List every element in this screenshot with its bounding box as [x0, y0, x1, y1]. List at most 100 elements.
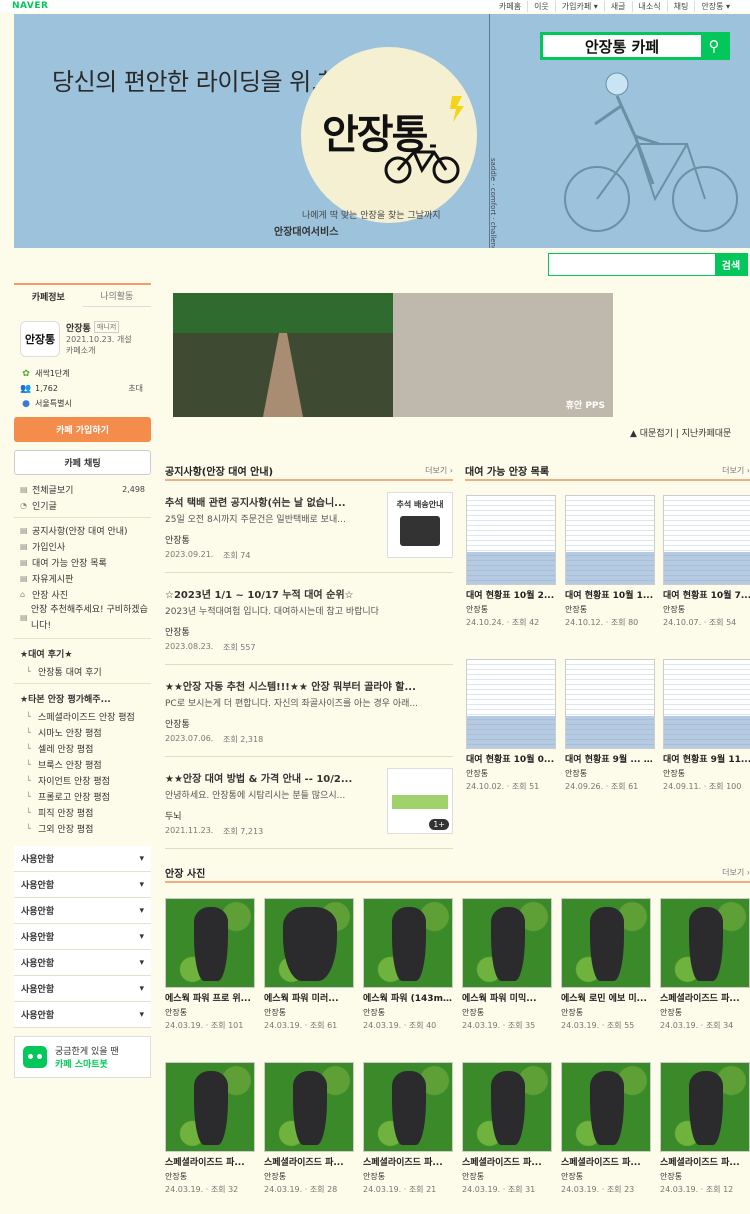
card-title[interactable]: 스페셜라이즈드 파...	[660, 991, 750, 1004]
card-author[interactable]: 안장통	[466, 604, 556, 615]
rental-card[interactable]: 대여 현황표 10월 7... 안장통 24.10.07. · 조회 54	[663, 495, 750, 628]
card-author[interactable]: 안장통	[660, 1171, 750, 1182]
photo-card-image[interactable]	[165, 1062, 255, 1152]
nav-joined-cafes[interactable]: 가입카페 ▾	[554, 0, 604, 12]
card-author[interactable]: 안장통	[660, 1007, 750, 1018]
card-title[interactable]: 스페셜라이즈드 파...	[561, 1155, 651, 1168]
banner-fold-links[interactable]: ▲ 대문접기 | 지난카페대문	[630, 426, 731, 439]
notice-post[interactable]: ★★안장 자동 추천 시스템!!!★★ 안장 뭐부터 골라야 할... PC로 …	[165, 665, 453, 757]
nav-chat[interactable]: 채팅	[666, 0, 695, 12]
card-author[interactable]: 안장통	[363, 1007, 453, 1018]
photo-card[interactable]: 에스웍 파워 미믹... 안장통 24.03.19. · 조회 35	[462, 898, 552, 1031]
photo-card[interactable]: 에스웍 파워 프로 위... 안장통 24.03.19. · 조회 101	[165, 898, 255, 1031]
card-title[interactable]: 대여 현황표 10월 2...	[466, 588, 556, 601]
menu-notice[interactable]: ▤ 공지사항(안장 대여 안내)	[14, 522, 151, 538]
unused-menu[interactable]: 사용안함 ▾	[14, 872, 151, 898]
rental-card[interactable]: 대여 현황표 10월 0... 안장통 24.10.02. · 조회 51	[466, 659, 556, 792]
nav-my-news[interactable]: 내소식	[631, 0, 667, 12]
photo-card-image[interactable]	[165, 898, 255, 988]
card-title[interactable]: 대여 현황표 9월 ... [1]	[565, 752, 655, 765]
card-title[interactable]: 스페셜라이즈드 파...	[264, 1155, 354, 1168]
notice-post[interactable]: 추석 택배 관련 공지사항(쉬는 날 없습니... 25일 오전 8시까지 주문…	[165, 481, 453, 573]
naver-logo[interactable]: NAVER	[12, 1, 48, 11]
post-title[interactable]: ☆2023년 1/1 ~ 10/17 누적 대여 순위☆	[165, 586, 455, 601]
tab-cafe-info[interactable]: 카페정보	[14, 285, 83, 307]
notice-title[interactable]: 공지사항(안장 대여 안내)	[165, 463, 273, 478]
nav-new-posts[interactable]: 새글	[603, 0, 632, 12]
photo-card-image[interactable]	[462, 1062, 552, 1152]
nav-neighbors[interactable]: 이웃	[527, 0, 555, 12]
cafe-banner[interactable]: 당신의 편안한 라이딩을 위.하.여 안장통 나에게 딱 맞는 안장을 찾는 그…	[14, 14, 750, 248]
cafe-manager-name[interactable]: 안장통	[66, 321, 91, 334]
menu-rating-item[interactable]: └ 그외 안장 평점	[14, 820, 151, 836]
photo-card-image[interactable]	[363, 1062, 453, 1152]
card-title[interactable]: 스페셜라이즈드 파...	[660, 1155, 750, 1168]
card-author[interactable]: 안장통	[663, 768, 750, 779]
photo-card[interactable]: 에스웍 파워 미러... 안장통 24.03.19. · 조회 61	[264, 898, 354, 1031]
card-author[interactable]: 안장통	[165, 1007, 255, 1018]
photo-card[interactable]: 스페셜라이즈드 파... 안장통 24.03.19. · 조회 21	[363, 1062, 453, 1195]
photo-card-image[interactable]	[561, 898, 651, 988]
cafe-chat-button[interactable]: 카페 채팅	[14, 450, 151, 475]
photo-card-image[interactable]	[363, 898, 453, 988]
unused-menu[interactable]: 사용안함 ▾	[14, 846, 151, 872]
menu-rating-item[interactable]: └ 셀레 안장 평점	[14, 740, 151, 756]
menu-group-rating[interactable]: ★타본 안장 평가해주...	[14, 688, 151, 708]
unused-menu[interactable]: 사용안함 ▾	[14, 898, 151, 924]
unused-menu[interactable]: 사용안함 ▾	[14, 924, 151, 950]
photo-card[interactable]: 스페셜라이즈드 파... 안장통 24.03.19. · 조회 12	[660, 1062, 750, 1195]
join-cafe-button[interactable]: 카페 가입하기	[14, 417, 151, 442]
photo-card-image[interactable]	[660, 898, 750, 988]
cafe-logo[interactable]: 안장통	[20, 321, 60, 357]
rental-card-image[interactable]	[663, 495, 750, 585]
post-author[interactable]: 두뇌	[165, 809, 182, 822]
card-author[interactable]: 안장통	[363, 1171, 453, 1182]
cafe-level[interactable]: ✿ 새싹1단계	[14, 366, 151, 381]
card-author[interactable]: 안장통	[264, 1007, 354, 1018]
cafe-search-button[interactable]: 검색	[715, 254, 747, 275]
menu-rental-list[interactable]: ▤ 대여 가능 안장 목록	[14, 554, 151, 570]
photo-card[interactable]: 스페셜라이즈드 파... 안장통 24.03.19. · 조회 28	[264, 1062, 354, 1195]
post-title[interactable]: ★★안장 자동 추천 시스템!!!★★ 안장 뭐부터 골라야 할...	[165, 678, 455, 693]
cafe-intro-link[interactable]: 카페소개	[66, 345, 95, 356]
card-title[interactable]: 에스웍 파워 미믹...	[462, 991, 552, 1004]
card-author[interactable]: 안장통	[663, 604, 750, 615]
smartbot-banner[interactable]: 궁금한게 있을 땐 카페 스마트봇	[14, 1036, 151, 1078]
post-thumbnail[interactable]: 추석 배송안내	[387, 492, 453, 558]
post-thumbnail[interactable]: 1+	[387, 768, 453, 834]
menu-free-board[interactable]: ▤ 자유게시판	[14, 570, 151, 586]
photo-card[interactable]: 스페셜라이즈드 파... 안장통 24.03.19. · 조회 31	[462, 1062, 552, 1195]
menu-popular[interactable]: ◔ 인기글	[14, 497, 151, 513]
photo-card-image[interactable]	[264, 1062, 354, 1152]
main-banner[interactable]: 휴안 PPS	[173, 293, 613, 417]
photo-card[interactable]: 에스웍 파워 (143mm) 안장통 24.03.19. · 조회 40	[363, 898, 453, 1031]
photo-card-image[interactable]	[660, 1062, 750, 1152]
rental-card[interactable]: 대여 현황표 9월 ... [1] 안장통 24.09.26. · 조회 61	[565, 659, 655, 792]
menu-rating-item[interactable]: └ 프롤로고 안장 평점	[14, 788, 151, 804]
card-title[interactable]: 에스웍 파워 프로 위...	[165, 991, 255, 1004]
rental-title[interactable]: 대여 가능 안장 목록	[465, 463, 549, 478]
card-title[interactable]: 스페셜라이즈드 파...	[165, 1155, 255, 1168]
menu-rating-item[interactable]: └ 피직 안장 평점	[14, 804, 151, 820]
post-author[interactable]: 안장통	[165, 717, 190, 730]
photo-card-image[interactable]	[561, 1062, 651, 1152]
rental-card-image[interactable]	[663, 659, 750, 749]
photo-card[interactable]: 스페셜라이즈드 파... 안장통 24.03.19. · 조회 34	[660, 898, 750, 1031]
card-author[interactable]: 안장통	[561, 1007, 651, 1018]
card-author[interactable]: 안장통	[561, 1171, 651, 1182]
rental-card[interactable]: 대여 현황표 10월 2... 안장통 24.10.24. · 조회 42	[466, 495, 556, 628]
post-author[interactable]: 안장통	[165, 625, 190, 638]
menu-recommend[interactable]: ▤ 안장 추천해주세요! 구비하겠습니다!	[14, 602, 151, 634]
card-author[interactable]: 안장통	[565, 768, 655, 779]
notice-post[interactable]: ★★안장 대여 방법 & 가격 안내 -- 10/2... 안녕하세요. 안장통…	[165, 757, 453, 849]
card-title[interactable]: 대여 현황표 10월 7...	[663, 588, 750, 601]
card-author[interactable]: 안장통	[462, 1171, 552, 1182]
nav-cafe-home[interactable]: 카페홈	[493, 1, 527, 12]
invite-link[interactable]: 초대	[128, 383, 143, 394]
rental-card-image[interactable]	[466, 659, 556, 749]
post-title[interactable]: ★★안장 대여 방법 & 가격 안내 -- 10/2...	[165, 770, 385, 785]
rental-card[interactable]: 대여 현황표 9월 11... 안장통 24.09.11. · 조회 100	[663, 659, 750, 792]
menu-rating-item[interactable]: └ 브룩스 안장 평점	[14, 756, 151, 772]
card-author[interactable]: 안장통	[264, 1171, 354, 1182]
unused-menu[interactable]: 사용안함 ▾	[14, 950, 151, 976]
